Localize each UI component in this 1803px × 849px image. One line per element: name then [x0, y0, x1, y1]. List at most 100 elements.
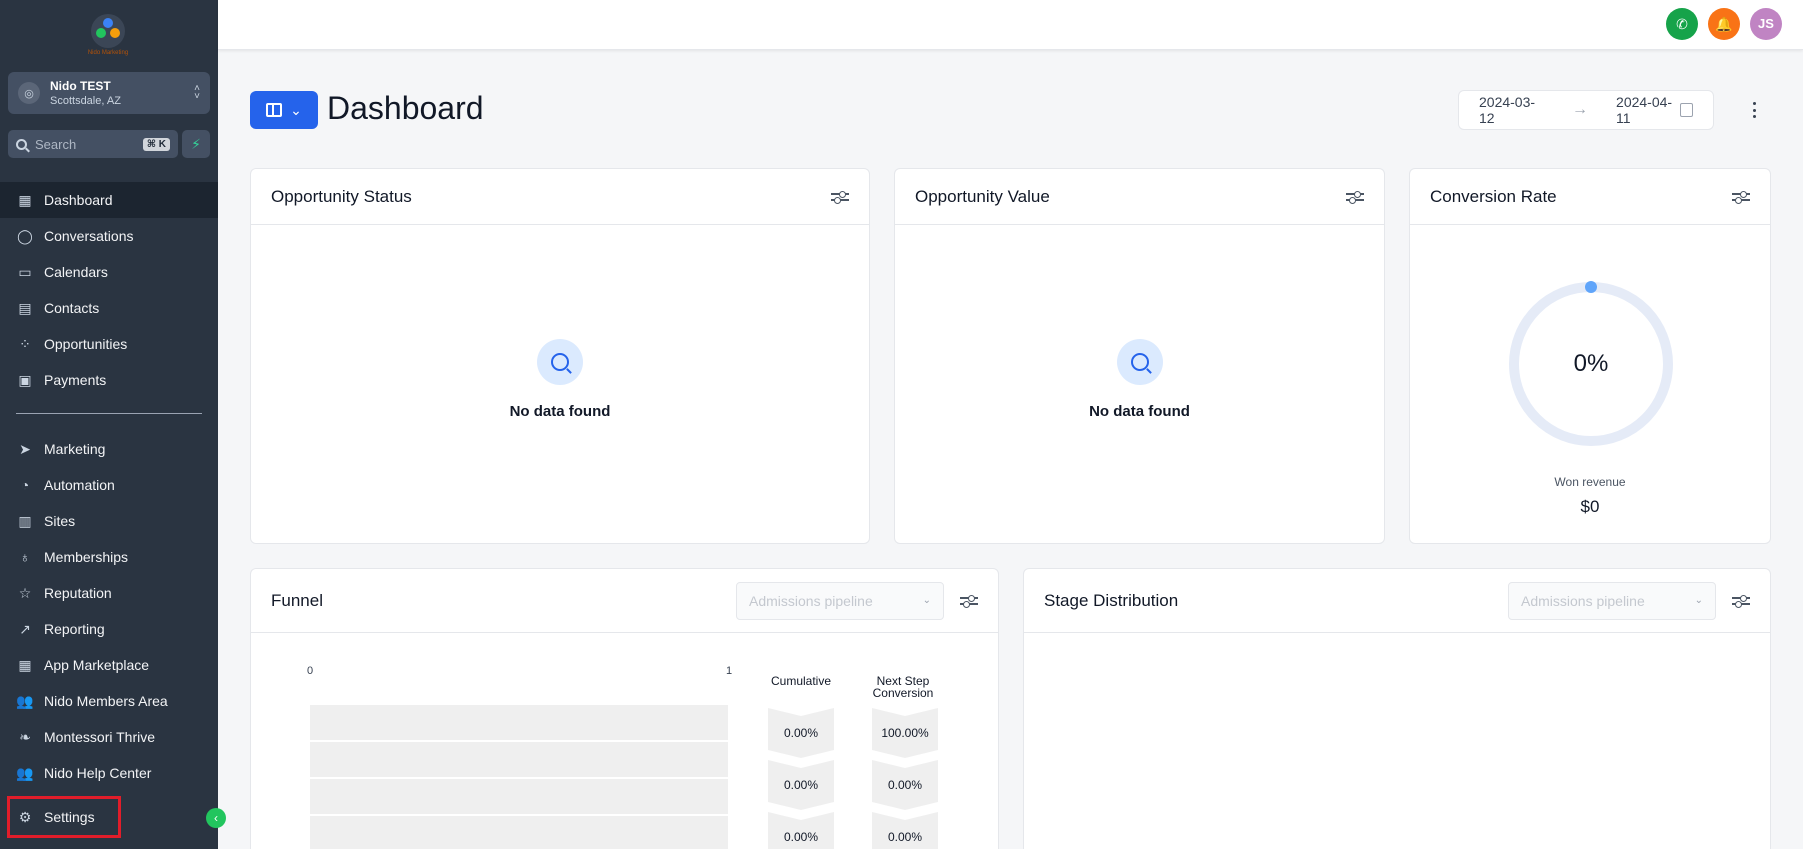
next-step-column-title: Next Step Conversion	[872, 674, 934, 700]
sidebar-item-nido-members-area[interactable]: 👥 Nido Members Area	[0, 683, 218, 719]
pipeline-select[interactable]: Admissions pipeline ⌄	[736, 581, 944, 620]
empty-text: No data found	[509, 403, 611, 420]
pipeline-select[interactable]: Admissions pipeline ⌄	[1508, 581, 1716, 620]
pipeline-placeholder: Admissions pipeline	[1521, 592, 1645, 609]
sidebar-item-contacts[interactable]: ▤ Contacts	[0, 290, 218, 326]
sidebar-item-montessori-thrive[interactable]: ❧ Montessori Thrive	[0, 719, 218, 755]
star-icon: ☆	[18, 584, 32, 601]
funnel-axis-min: 0	[307, 665, 314, 677]
card-title: Stage Distribution	[1044, 590, 1179, 610]
sidebar-item-label: Contacts	[44, 300, 100, 316]
sidebar-item-reporting[interactable]: ↗ Reporting	[0, 611, 218, 647]
search-input[interactable]: Search ⌘ K	[8, 130, 178, 158]
next-step-value: 0.00%	[872, 760, 938, 810]
sidebar-item-reputation[interactable]: ☆ Reputation	[0, 575, 218, 611]
arrow-right-icon: →	[1572, 101, 1589, 118]
sidebar-item-app-marketplace[interactable]: ▦ App Marketplace	[0, 647, 218, 683]
sidebar-item-label: Nido Members Area	[44, 693, 168, 709]
funnel-bar[interactable]	[310, 816, 728, 849]
leaf-icon: ❧	[19, 728, 31, 745]
date-end[interactable]: 2024-04-11	[1616, 94, 1680, 126]
dashboard-switcher-button[interactable]: ⌄	[250, 91, 318, 129]
trend-icon: ↗	[19, 620, 31, 637]
sidebar-item-calendars[interactable]: ▭ Calendars	[0, 254, 218, 290]
automation-icon: ◔	[20, 477, 30, 493]
phone-icon: ✆	[1676, 16, 1688, 32]
sidebar-item-label: Payments	[44, 372, 107, 388]
filter-settings-icon[interactable]	[960, 592, 978, 610]
cumulative-column-title: Cumulative	[770, 674, 832, 688]
user-avatar[interactable]: JS	[1750, 8, 1782, 40]
account-location: Scottsdale, AZ	[50, 95, 121, 107]
send-icon: ➤	[19, 440, 31, 457]
more-options-button[interactable]	[1748, 98, 1760, 122]
card-header: Stage Distribution Admissions pipeline ⌄	[1024, 569, 1770, 633]
date-start[interactable]: 2024-03-12	[1479, 94, 1544, 126]
funnel-axis-max: 1	[726, 665, 733, 677]
logo-text: Nido Marketing	[87, 50, 129, 56]
sidebar-item-opportunities[interactable]: ⁘ Opportunities	[0, 326, 218, 362]
account-name: Nido TEST	[50, 79, 111, 93]
sidebar-item-automation[interactable]: ◔ Automation	[0, 467, 218, 503]
stage-distribution-card: Stage Distribution Admissions pipeline ⌄	[1023, 568, 1771, 849]
sidebar-item-label: Reporting	[44, 621, 105, 637]
date-range-picker[interactable]: 2024-03-12 → 2024-04-11	[1458, 90, 1714, 130]
users-icon: 👥	[16, 764, 34, 781]
sidebar-item-marketing[interactable]: ➤ Marketing	[0, 431, 218, 467]
chat-icon: ◯	[17, 227, 33, 244]
opportunity-value-card: Opportunity Value No data found	[894, 168, 1385, 544]
funnel-bar[interactable]	[310, 779, 728, 814]
sidebar-collapse-button[interactable]: ‹	[206, 808, 226, 828]
sidebar-item-dashboard[interactable]: ▦ Dashboard	[0, 182, 218, 218]
sidebar-item-nido-help-center[interactable]: 👥 Nido Help Center	[0, 755, 218, 791]
empty-state: No data found	[895, 339, 1384, 420]
calendar-icon: ▭	[18, 263, 32, 280]
empty-text: No data found	[1089, 403, 1190, 420]
search-shortcut: ⌘ K	[142, 137, 170, 151]
sidebar-item-label: Sites	[44, 513, 76, 529]
filter-settings-icon[interactable]	[1732, 188, 1750, 206]
company-logo[interactable]: Nido Marketing	[80, 14, 136, 58]
next-step-value: 0.00%	[872, 812, 938, 849]
sidebar-item-label: Reputation	[44, 585, 112, 601]
conversion-rate-value: 0%	[1573, 350, 1609, 377]
sidebar-item-payments[interactable]: ▣ Payments	[0, 362, 218, 398]
opportunity-status-card: Opportunity Status No data found	[250, 168, 870, 544]
sidebar-item-sites[interactable]: ▥ Sites	[0, 503, 218, 539]
contacts-icon: ▤	[18, 299, 32, 316]
filter-settings-icon[interactable]	[831, 188, 849, 206]
sidebar-item-label: Calendars	[44, 264, 108, 280]
apps-icon: ▦	[18, 656, 32, 673]
funnel-bar[interactable]	[310, 705, 728, 740]
sidebar-item-conversations[interactable]: ◯ Conversations	[0, 218, 218, 254]
card-header: Opportunity Value	[895, 169, 1384, 225]
cumulative-value: 0.00%	[768, 708, 834, 758]
empty-search-icon	[1116, 339, 1163, 385]
chevron-down-icon: ⌄	[290, 101, 302, 118]
funnel-bar[interactable]	[310, 742, 728, 777]
account-switcher[interactable]: ◎ Nido TEST Scottsdale, AZ ˄ ˅	[8, 72, 210, 114]
chevron-down-icon: ⌄	[922, 595, 931, 606]
pipeline-placeholder: Admissions pipeline	[749, 592, 873, 609]
notifications-button[interactable]: 🔔	[1708, 8, 1740, 40]
card-header: Conversion Rate	[1410, 169, 1770, 225]
settings-highlight-box	[7, 796, 121, 838]
sidebar-item-memberships[interactable]: ♁ Memberships	[0, 539, 218, 575]
phone-button[interactable]: ✆	[1666, 8, 1698, 40]
chevron-up-down-icon: ˄ ˅	[194, 83, 200, 102]
conversion-rate-card: Conversion Rate 0% Won revenue $0	[1409, 168, 1771, 544]
calendar-icon	[1680, 103, 1693, 117]
filter-settings-icon[interactable]	[1732, 592, 1750, 610]
empty-search-icon	[537, 339, 583, 385]
funnel-card: Funnel Admissions pipeline ⌄ 0 1 Cumulat…	[250, 568, 999, 849]
empty-state: No data found	[251, 339, 869, 420]
kebab-icon	[1752, 102, 1756, 105]
sidebar: Nido Marketing ◎ Nido TEST Scottsdale, A…	[0, 0, 218, 849]
cumulative-value: 0.00%	[768, 760, 834, 810]
card-title: Funnel	[271, 590, 323, 610]
card-title: Opportunity Value	[915, 186, 1050, 206]
filter-settings-icon[interactable]	[1346, 188, 1364, 206]
card-header: Opportunity Status	[251, 169, 869, 225]
quick-actions-button[interactable]: ⚡	[182, 130, 210, 158]
sidebar-item-label: Nido Help Center	[44, 765, 152, 781]
